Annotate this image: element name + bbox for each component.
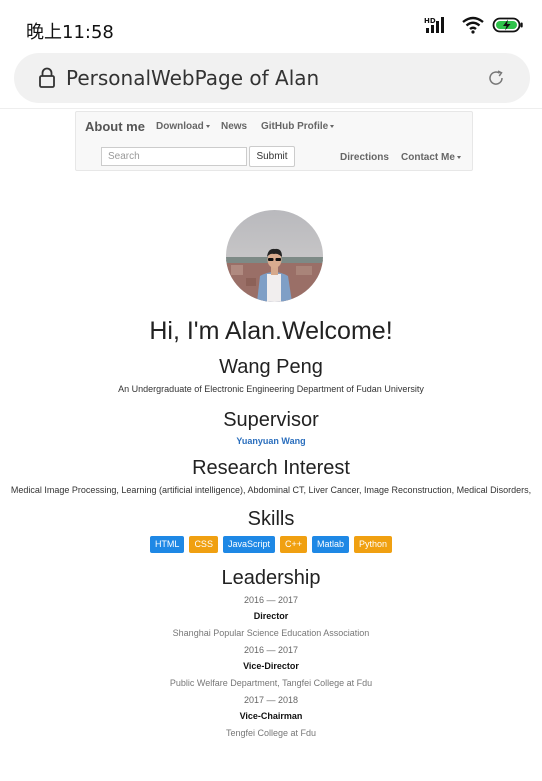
profile-description: An Undergraduate of Electronic Engineeri… bbox=[118, 384, 424, 394]
submit-button[interactable]: Submit bbox=[249, 146, 295, 167]
leadership-role: Vice-Director bbox=[243, 661, 299, 671]
avatar-photo bbox=[226, 210, 323, 302]
address-text[interactable]: PersonalWebPage of Alan bbox=[66, 66, 319, 90]
leadership-org: Tengfei College at Fdu bbox=[225, 728, 317, 738]
nav-directions[interactable]: Directions bbox=[340, 152, 389, 163]
battery-charging-icon bbox=[492, 17, 523, 33]
skill-badge: Python bbox=[354, 536, 393, 553]
leadership-org: Public Welfare Department, Tangfei Colle… bbox=[169, 678, 373, 688]
top-divider bbox=[0, 108, 542, 109]
caret-down-icon bbox=[205, 124, 210, 128]
status-time: 晚上11:58 bbox=[26, 22, 114, 43]
nav-download[interactable]: Download bbox=[156, 121, 210, 132]
leadership-role: Vice-Chairman bbox=[239, 711, 303, 721]
skills-list: HTML CSS JavaScript C++ Matlab Python bbox=[0, 536, 542, 553]
leadership-role: Director bbox=[253, 611, 289, 621]
signal-icon: HD bbox=[424, 17, 444, 33]
supervisor-heading: Supervisor bbox=[223, 409, 319, 431]
leadership-years: 2016 — 2017 bbox=[243, 645, 299, 655]
leadership-years: 2017 — 2018 bbox=[243, 695, 299, 705]
nav-contact-me[interactable]: Contact Me bbox=[401, 152, 461, 163]
avatar bbox=[226, 210, 323, 302]
navbar: About me Download News GitHub Profile Su… bbox=[75, 111, 473, 171]
leadership-heading: Leadership bbox=[221, 567, 321, 589]
search-input[interactable] bbox=[101, 147, 247, 166]
caret-down-icon bbox=[330, 124, 335, 128]
main-content: Hi, I'm Alan.Welcome! Wang Peng An Under… bbox=[0, 313, 542, 742]
research-text: Medical Image Processing, Learning (arti… bbox=[10, 485, 532, 495]
skill-badge: JavaScript bbox=[222, 536, 275, 553]
nav-news[interactable]: News bbox=[221, 121, 247, 132]
nav-github-profile[interactable]: GitHub Profile bbox=[261, 121, 335, 132]
status-bar: 晚上11:58 HD bbox=[0, 0, 542, 48]
nav-brand[interactable]: About me bbox=[85, 119, 145, 134]
wifi-icon bbox=[462, 16, 484, 34]
name-heading: Wang Peng bbox=[219, 356, 323, 378]
hd-label: HD bbox=[424, 17, 436, 25]
research-heading: Research Interest bbox=[192, 457, 350, 479]
status-icons: HD bbox=[424, 16, 524, 34]
greeting-heading: Hi, I'm Alan.Welcome! bbox=[149, 317, 393, 345]
lock-icon bbox=[39, 67, 55, 88]
leadership-years: 2016 — 2017 bbox=[243, 595, 299, 605]
skills-heading: Skills bbox=[247, 508, 295, 530]
address-bar[interactable]: PersonalWebPage of Alan bbox=[14, 53, 530, 103]
leadership-org: Shanghai Popular Science Education Assoc… bbox=[172, 628, 370, 638]
caret-down-icon bbox=[456, 155, 461, 159]
skill-badge: HTML bbox=[149, 536, 185, 553]
skill-badge: Matlab bbox=[312, 536, 350, 553]
supervisor-link[interactable]: Yuanyuan Wang bbox=[0, 434, 542, 448]
skill-badge: CSS bbox=[189, 536, 218, 553]
reload-icon[interactable] bbox=[486, 68, 506, 88]
skill-badge: C++ bbox=[279, 536, 307, 553]
